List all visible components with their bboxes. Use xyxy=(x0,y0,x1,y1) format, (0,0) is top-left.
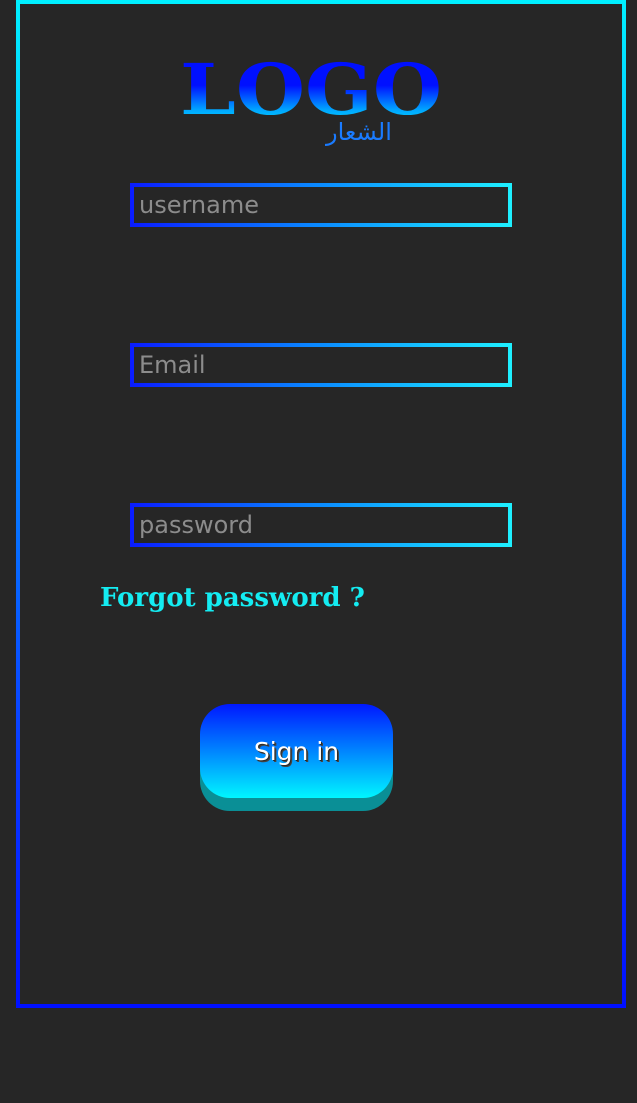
password-input[interactable] xyxy=(134,507,508,543)
password-field-wrapper xyxy=(130,503,512,547)
username-input[interactable] xyxy=(134,187,508,223)
logo: LOGO الشعار xyxy=(180,48,442,158)
logo-text: LOGO xyxy=(180,48,442,123)
signin-button[interactable]: Sign in xyxy=(200,704,393,798)
email-input[interactable] xyxy=(134,347,508,383)
username-field-wrapper xyxy=(130,183,512,227)
email-field-wrapper xyxy=(130,343,512,387)
logo-subtitle: الشعار xyxy=(326,118,392,146)
forgot-password-link[interactable]: Forgot password ? xyxy=(100,583,365,613)
logo-wordmark: LOGO xyxy=(180,48,442,123)
